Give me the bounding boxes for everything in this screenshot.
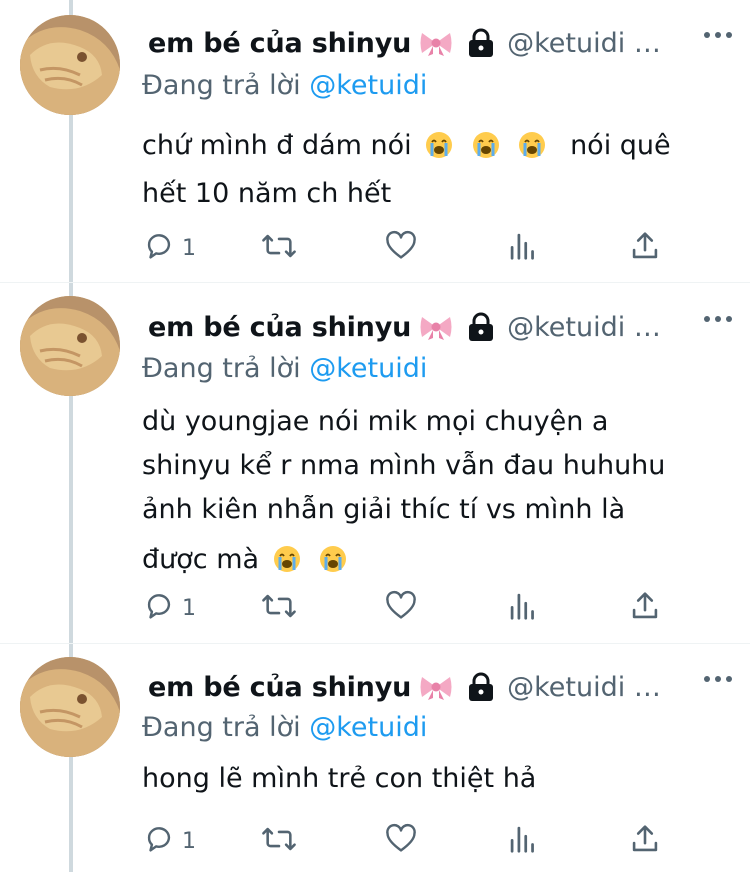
tweet-line: hết 10 năm ch hết [142, 178, 392, 209]
lock-icon [467, 28, 495, 58]
retweet-icon [260, 589, 298, 627]
share-icon [630, 589, 660, 627]
tweet-line: ảnh kiên nhẫn giải thíc tí vs mình là [142, 494, 626, 525]
lock-icon [467, 312, 495, 342]
replying-prefix: Đang trả lời [142, 70, 301, 101]
mention-link[interactable]: @ketuidi [309, 353, 427, 384]
reply-button[interactable]: 1 [142, 589, 196, 627]
share-button[interactable] [630, 589, 660, 627]
ribbon-icon [419, 674, 453, 700]
retweet-button[interactable] [260, 822, 298, 860]
like-icon [384, 589, 418, 627]
retweet-button[interactable] [260, 589, 298, 627]
avatar[interactable] [20, 15, 120, 115]
tweet-line: được mà [142, 538, 712, 588]
reply-count: 1 [182, 828, 196, 854]
like-icon [384, 229, 418, 267]
tweet[interactable]: em bé của shinyu @ketuidi … Đang trả lời… [0, 283, 750, 643]
tweet-actions: 1 [142, 589, 662, 625]
ribbon-icon [419, 30, 453, 56]
share-button[interactable] [630, 822, 660, 860]
reply-count: 1 [182, 235, 196, 261]
more-options-icon[interactable] [704, 676, 732, 682]
loudly-crying-face-emoji [517, 130, 547, 173]
tweet-line: shinyu kể r nma mình vẫn đau huhuhu [142, 450, 666, 481]
lock-icon [467, 672, 495, 702]
tweet-text: dù youngjae nói mik mọi chuyện a shinyu … [142, 400, 712, 588]
tweet-actions: 1 [142, 229, 662, 265]
loudly-crying-face-emoji [272, 544, 302, 588]
tweet-text: chứ mình đ dám nói nói quê hết 10 năm ch… [142, 125, 712, 215]
views-button[interactable] [508, 229, 538, 267]
tweet[interactable]: em bé của shinyu @ketuidi … Đang trả lời… [0, 0, 750, 282]
views-button[interactable] [508, 589, 538, 627]
tweet-actions: 1 [142, 822, 662, 858]
reply-icon [142, 589, 176, 627]
like-button[interactable] [384, 229, 418, 267]
views-icon [508, 589, 538, 627]
retweet-icon [260, 822, 298, 860]
mention-link[interactable]: @ketuidi [309, 70, 427, 101]
reply-icon [142, 229, 176, 267]
tweet-line: chứ mình đ dám nói nói quê [142, 125, 712, 173]
mention-link[interactable]: @ketuidi [309, 712, 427, 743]
display-name[interactable]: em bé của shinyu [148, 312, 411, 343]
views-icon [508, 822, 538, 860]
share-icon [630, 822, 660, 860]
retweet-button[interactable] [260, 229, 298, 267]
reply-count: 1 [182, 595, 196, 621]
views-icon [508, 229, 538, 267]
more-options-icon[interactable] [704, 32, 732, 38]
reply-icon [142, 822, 176, 860]
like-button[interactable] [384, 589, 418, 627]
like-button[interactable] [384, 822, 418, 860]
display-name[interactable]: em bé của shinyu [148, 28, 411, 59]
replying-prefix: Đang trả lời [142, 353, 301, 384]
loudly-crying-face-emoji [471, 130, 501, 173]
tweet-text: hong lẽ mình trẻ con thiệt hả [142, 758, 712, 800]
tweet-line: hong lẽ mình trẻ con thiệt hả [142, 763, 537, 794]
tweet-text-segment: được mà [142, 544, 260, 575]
ribbon-icon [419, 314, 453, 340]
replying-to: Đang trả lời @ketuidi [142, 70, 427, 101]
replying-to: Đang trả lời @ketuidi [142, 353, 427, 384]
tweet[interactable]: em bé của shinyu @ketuidi … Đang trả lời… [0, 644, 750, 872]
user-handle[interactable]: @ketuidi … [507, 312, 661, 343]
loudly-crying-face-emoji [424, 130, 454, 173]
like-icon [384, 822, 418, 860]
tweet-text-segment: chứ mình đ dám nói [142, 130, 412, 161]
replying-to: Đang trả lời @ketuidi [142, 712, 427, 743]
share-button[interactable] [630, 229, 660, 267]
views-button[interactable] [508, 822, 538, 860]
replying-prefix: Đang trả lời [142, 712, 301, 743]
loudly-crying-face-emoji [318, 544, 348, 588]
user-handle[interactable]: @ketuidi … [507, 672, 661, 703]
retweet-icon [260, 229, 298, 267]
reply-button[interactable]: 1 [142, 822, 196, 860]
user-handle[interactable]: @ketuidi … [507, 28, 661, 59]
display-name[interactable]: em bé của shinyu [148, 672, 411, 703]
tweet-line: dù youngjae nói mik mọi chuyện a [142, 406, 609, 437]
reply-button[interactable]: 1 [142, 229, 196, 267]
share-icon [630, 229, 660, 267]
more-options-icon[interactable] [704, 316, 732, 322]
avatar[interactable] [20, 296, 120, 396]
avatar[interactable] [20, 657, 120, 757]
tweet-text-segment: nói quê [570, 130, 671, 161]
